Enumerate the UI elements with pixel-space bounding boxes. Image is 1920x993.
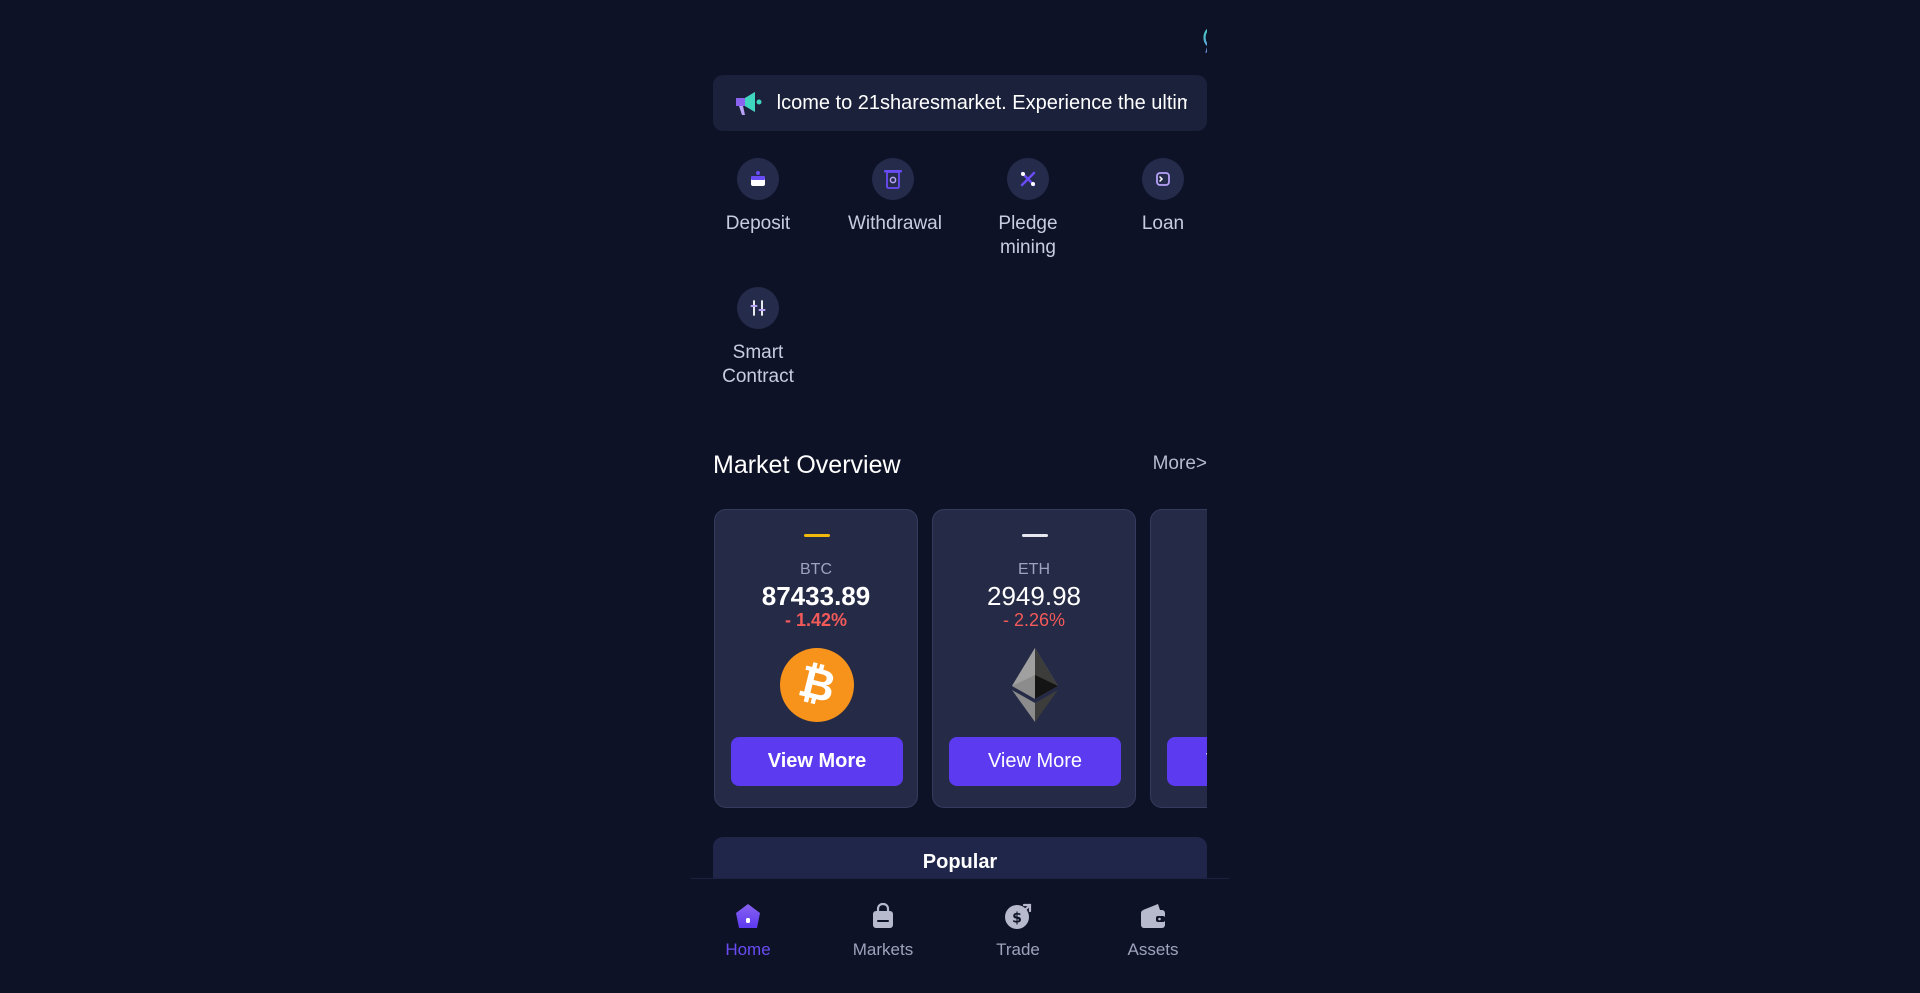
action-label: Pledge mining [998,213,1058,258]
card-price: 87433.89 [761,581,871,611]
card-symbol: ETH [1018,561,1050,578]
withdrawal-icon [884,170,902,189]
card-price: 0 [1151,581,1207,612]
market-overview-title: Market Overview [713,451,901,479]
action-smart-contract[interactable]: Smart Contract [713,287,803,389]
action-withdrawal[interactable]: Withdrawal [848,158,942,236]
tab-trade[interactable]: $ Trade [963,901,1073,960]
pickaxe-icon [1020,171,1036,187]
bitcoin-icon: ₿ [780,648,854,722]
action-label: Withdrawal [848,213,942,234]
card-change: - 2.26% [1002,610,1066,630]
market-card-btc[interactable]: BTC 87433.89 - 1.42% ₿ View More [714,509,918,808]
home-icon [736,904,760,928]
loan-card-icon [1156,172,1170,186]
chat-bubble-icon [1203,28,1207,54]
megaphone-icon [736,92,762,115]
bottom-tab-bar: Home Markets $ Trade Assets [691,878,1229,993]
wallet-icon [1141,904,1165,928]
market-cards: BTC 87433.89 - 1.42% ₿ View More ETH 294… [713,509,1207,809]
more-link[interactable]: More> [1153,453,1207,475]
tab-label: Trade [996,940,1040,959]
shopping-bag-icon [873,902,893,928]
card-change: - 1.42% [784,610,848,630]
announcement-bar[interactable]: Welcome to 21sharesmarket. Experience th… [713,75,1207,131]
home-content: Welcome to 21sharesmarket. Experience th… [713,0,1207,878]
ethereum-icon [1012,648,1058,722]
action-deposit[interactable]: Deposit [713,158,803,236]
deposit-icon [751,171,765,186]
action-label: Deposit [725,213,791,234]
tab-home[interactable]: Home [693,901,803,960]
tab-label: Assets [1127,940,1179,959]
market-card-eth[interactable]: ETH 2949.98 - 2.26% View More [932,509,1136,808]
view-more-button[interactable]: View More [949,737,1121,786]
action-label: Loan [1141,213,1185,234]
coin-exchange-icon: $ [1005,903,1032,929]
svg-text:$: $ [1012,911,1022,927]
card-accent-bar [1022,534,1048,537]
tab-assets[interactable]: Assets [1098,901,1208,960]
action-pledge-mining[interactable]: Pledge mining [983,158,1073,260]
announcement-marquee: Welcome to 21sharesmarket. Experience th… [777,75,1187,131]
card-accent-bar [804,534,830,537]
announcement-text: Welcome to 21sharesmarket. Experience th… [777,92,1187,114]
market-card-partial[interactable]: 0 View More [1150,509,1207,808]
view-more-button[interactable]: View More [731,737,903,786]
sliders-icon [750,300,766,316]
chat-support-button[interactable] [1201,22,1207,54]
action-loan[interactable]: Loan [1118,158,1207,236]
tab-label: Home [725,940,771,959]
tab-label: Markets [852,940,914,959]
view-more-button[interactable]: View More [1167,737,1207,786]
mobile-app-frame: Welcome to 21sharesmarket. Experience th… [691,0,1229,993]
tab-markets[interactable]: Markets [828,901,938,960]
action-label: Smart Contract [722,342,794,387]
card-price: 2949.98 [987,581,1081,611]
card-symbol: BTC [800,561,832,578]
popular-tab[interactable]: Popular [713,837,1207,878]
